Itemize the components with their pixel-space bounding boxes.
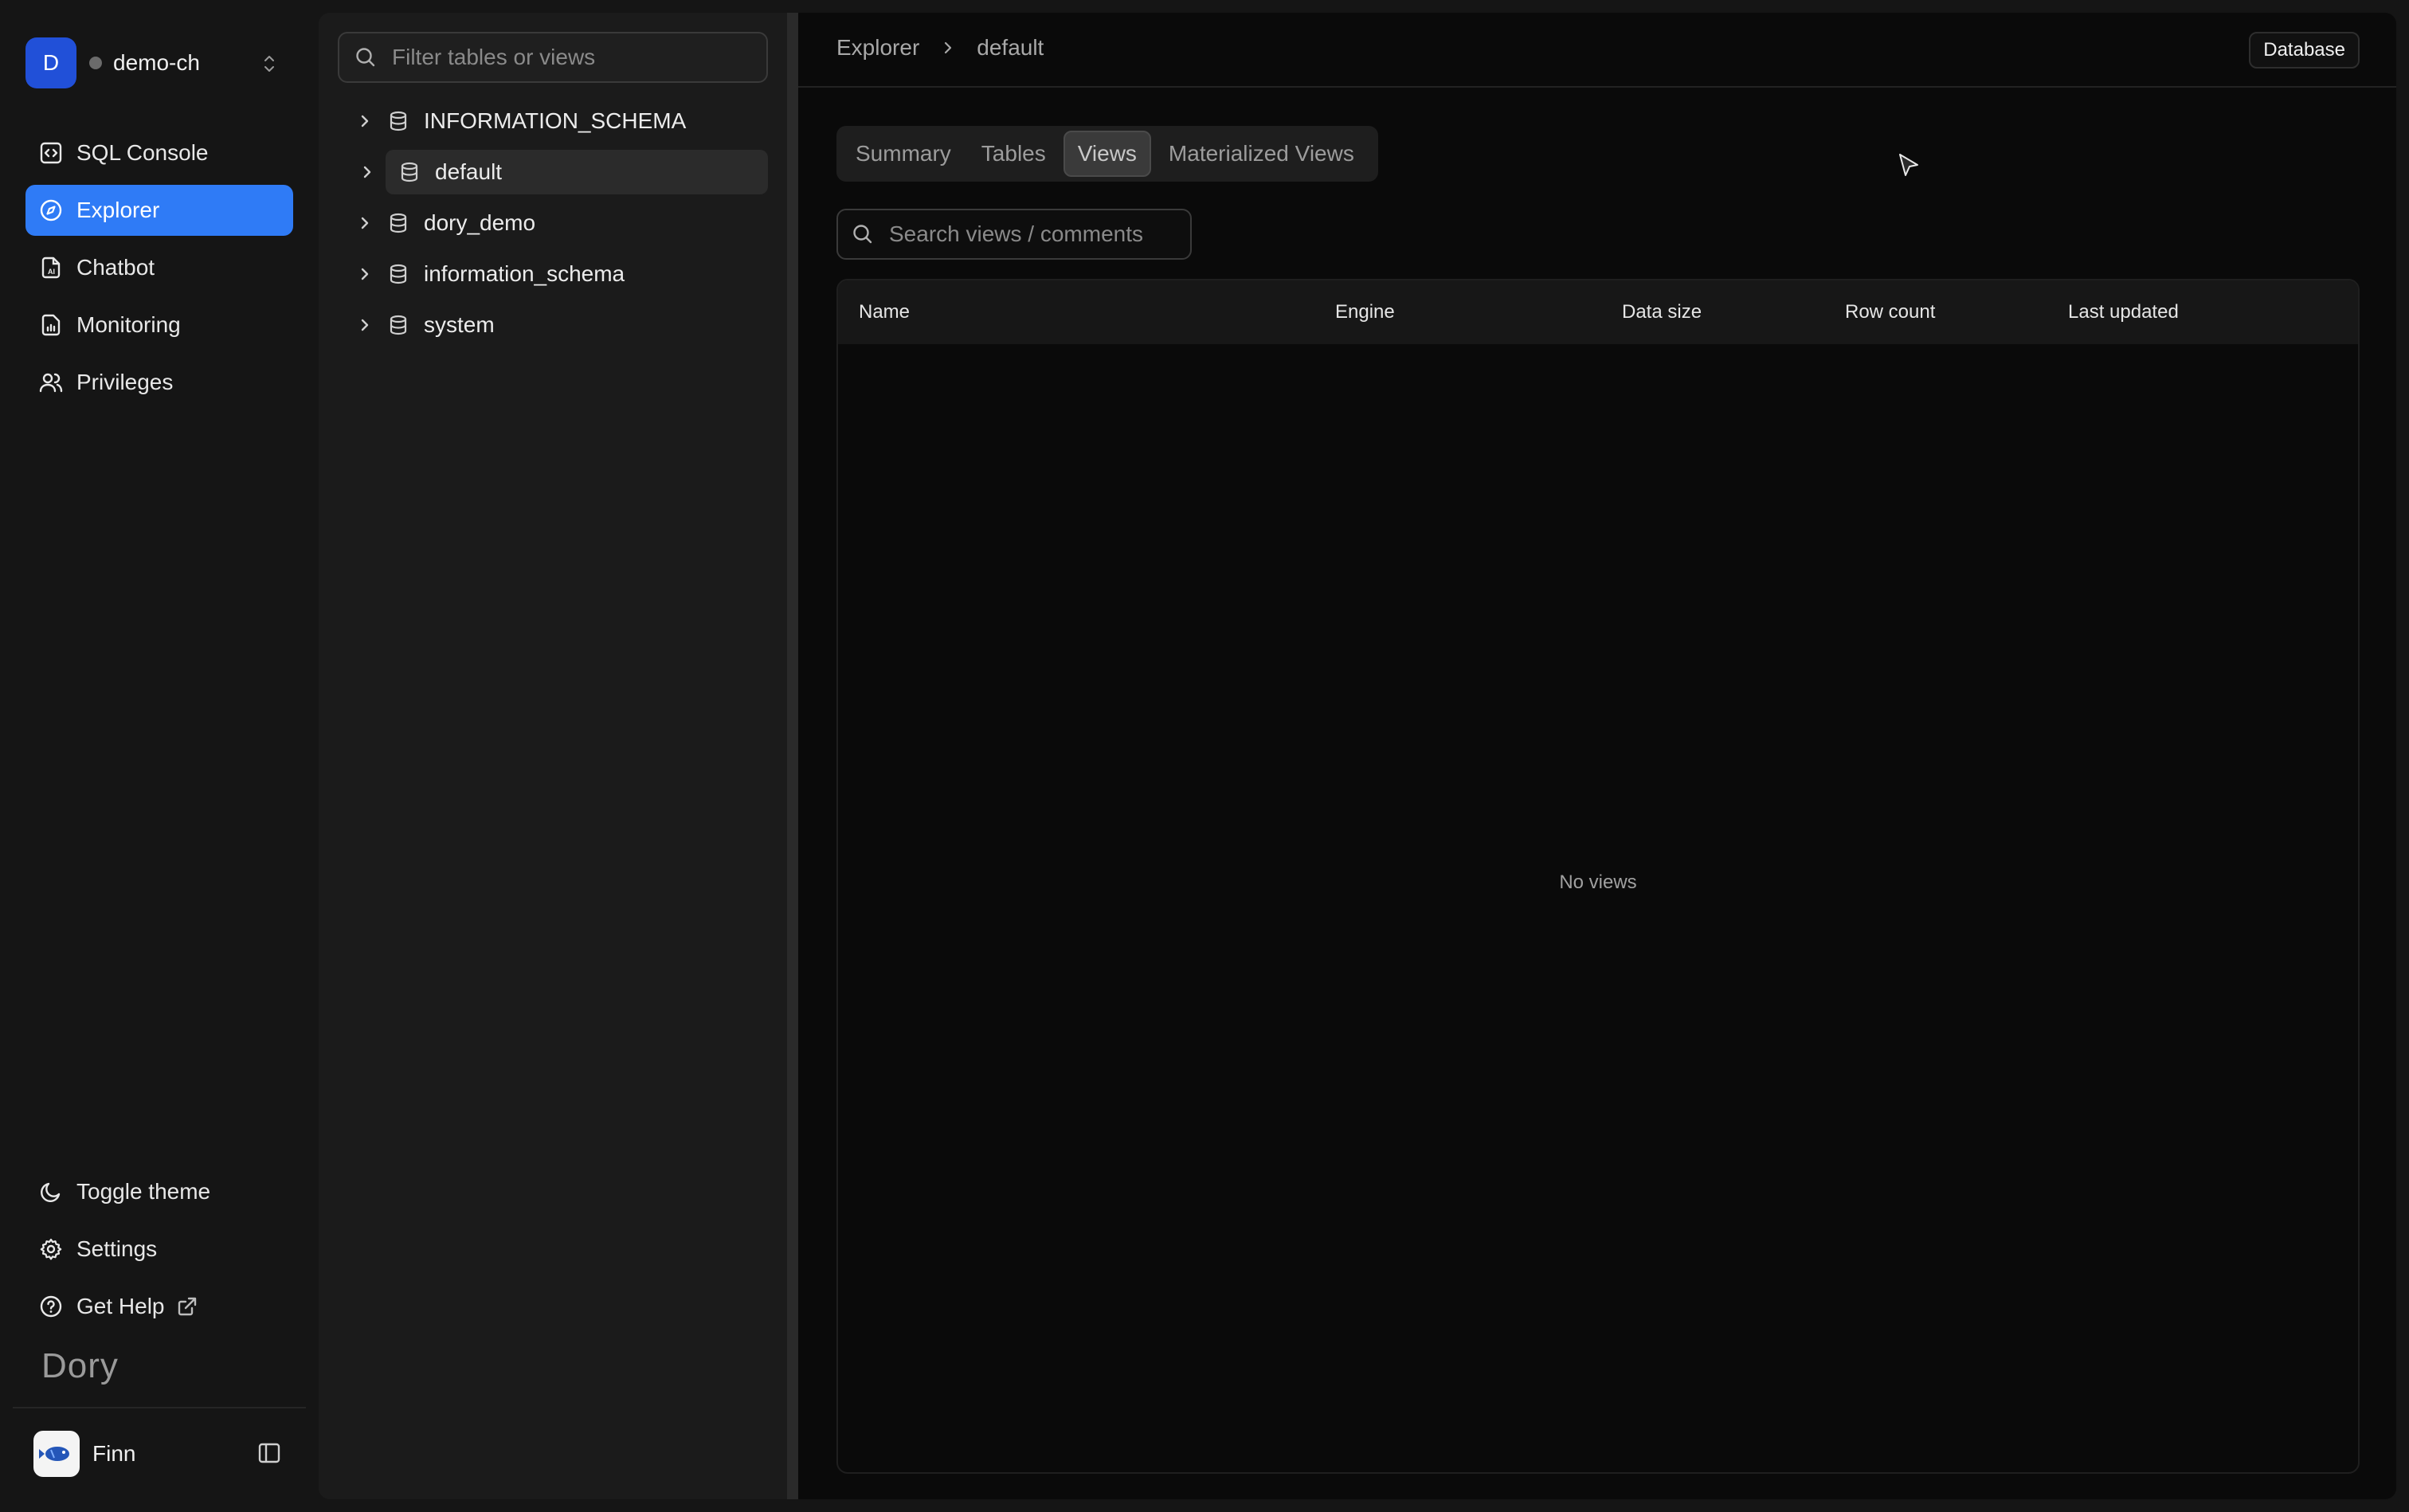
svg-text:AI: AI [48, 268, 55, 276]
tree-item-dory-demo[interactable]: dory_demo [338, 201, 768, 245]
filter-input[interactable] [390, 44, 760, 71]
connection-status-dot [89, 57, 102, 69]
search-icon [851, 222, 875, 246]
tab-views[interactable]: Views [1063, 131, 1151, 177]
sidebar-toggle-icon [257, 1440, 282, 1466]
nav-item-monitoring[interactable]: Monitoring [25, 300, 293, 351]
nav-item-label: Settings [76, 1236, 158, 1261]
compass-icon [38, 198, 64, 223]
tab-materialized-views[interactable]: Materialized Views [1156, 131, 1367, 177]
user-name: Finn [92, 1441, 136, 1466]
table-header: Name Engine Data size Row count Last upd… [838, 280, 2358, 344]
tree-item-default-wrapper: default [338, 150, 768, 194]
nav-item-label: Explorer [76, 198, 160, 222]
database-icon [387, 314, 413, 336]
toggle-theme-button[interactable]: Toggle theme [25, 1166, 293, 1217]
database-icon [387, 263, 413, 285]
nav-item-label: Monitoring [76, 312, 181, 337]
tab-tables[interactable]: Tables [969, 131, 1059, 177]
chevron-updown-icon [260, 53, 279, 74]
schema-tree-panel: INFORMATION_SCHEMA default dory_demo inf… [319, 13, 787, 1499]
workspace-switcher[interactable]: D demo-ch [25, 37, 287, 89]
column-header-row-count[interactable]: Row count [1845, 301, 1935, 323]
chevron-right-icon[interactable] [349, 265, 381, 283]
chevron-right-icon[interactable] [358, 163, 376, 181]
tree-item-information-schema[interactable]: information_schema [338, 252, 768, 296]
chevron-right-icon[interactable] [349, 214, 381, 232]
brand-logo-text: Dory [41, 1346, 119, 1385]
column-header-last-updated[interactable]: Last updated [2068, 301, 2179, 323]
get-help-link[interactable]: Get Help [25, 1281, 293, 1332]
search-icon [354, 45, 378, 69]
file-ai-icon: AI [38, 255, 64, 280]
breadcrumb: Explorer default [836, 35, 1044, 61]
column-header-name[interactable]: Name [859, 301, 910, 323]
tree-item-information-schema-upper[interactable]: INFORMATION_SCHEMA [338, 99, 768, 143]
tab-summary[interactable]: Summary [843, 131, 964, 177]
tree-item-label: default [435, 159, 503, 184]
top-bar: Explorer default Database [798, 13, 2396, 88]
tree-item-system[interactable]: system [338, 303, 768, 347]
search-input[interactable] [887, 221, 1190, 248]
settings-button[interactable]: Settings [25, 1224, 293, 1275]
gear-icon [38, 1236, 64, 1262]
avatar [33, 1431, 80, 1477]
moon-icon [38, 1179, 64, 1205]
collapse-sidebar-button[interactable] [257, 1440, 282, 1466]
external-link-icon [176, 1295, 198, 1318]
users-icon [38, 370, 64, 395]
workspace-avatar: D [25, 37, 76, 88]
sidebar: D demo-ch SQL Console Explorer AI Chatbo… [0, 0, 319, 1512]
tree-item-label: dory_demo [424, 210, 536, 235]
views-table: Name Engine Data size Row count Last upd… [836, 279, 2360, 1474]
breadcrumb-current: default [977, 35, 1044, 60]
code-square-icon [38, 140, 64, 166]
tab-bar: Summary Tables Views Materialized Views [836, 126, 1378, 182]
nav-item-sql-console[interactable]: SQL Console [25, 127, 293, 178]
user-profile[interactable]: Finn [33, 1431, 135, 1477]
column-header-engine[interactable]: Engine [1335, 301, 1395, 323]
mouse-cursor-icon [1898, 153, 1921, 180]
divider [13, 1407, 306, 1408]
nav-item-label: Toggle theme [76, 1179, 211, 1204]
tree-item-label: information_schema [424, 261, 625, 286]
nav-item-label: Chatbot [76, 255, 155, 280]
chevron-right-icon [940, 40, 956, 56]
column-header-data-size[interactable]: Data size [1622, 301, 1702, 323]
empty-state-text: No views [1559, 872, 1637, 893]
tree-item-label: INFORMATION_SCHEMA [424, 108, 687, 133]
database-icon [398, 161, 424, 183]
tree-item-default[interactable]: default [386, 150, 768, 194]
main-content: Explorer default Database Summary Tables… [798, 13, 2396, 1499]
workspace-name: demo-ch [113, 50, 200, 75]
nav-item-privileges[interactable]: Privileges [25, 357, 293, 408]
database-tree: INFORMATION_SCHEMA default dory_demo inf… [338, 99, 768, 354]
chevron-right-icon[interactable] [349, 316, 381, 334]
panel-resize-handle[interactable] [787, 13, 798, 1499]
database-icon [387, 110, 413, 132]
breadcrumb-explorer[interactable]: Explorer [836, 35, 919, 61]
bottom-nav: Toggle theme Settings Get Help [25, 1166, 293, 1338]
nav-item-chatbot[interactable]: AI Chatbot [25, 242, 293, 293]
filter-field[interactable] [338, 32, 768, 83]
nav-item-label: SQL Console [76, 140, 209, 165]
nav-item-label: Privileges [76, 370, 174, 394]
search-field[interactable] [836, 209, 1192, 260]
tree-item-label: system [424, 312, 495, 337]
chart-file-icon [38, 312, 64, 338]
nav-item-explorer[interactable]: Explorer [25, 185, 293, 236]
help-circle-icon [38, 1294, 64, 1319]
database-icon [387, 212, 413, 234]
nav-item-label: Get Help [76, 1294, 165, 1318]
main-nav: SQL Console Explorer AI Chatbot Monitori… [25, 127, 293, 414]
chevron-right-icon[interactable] [349, 112, 381, 130]
type-badge: Database [2249, 32, 2360, 69]
